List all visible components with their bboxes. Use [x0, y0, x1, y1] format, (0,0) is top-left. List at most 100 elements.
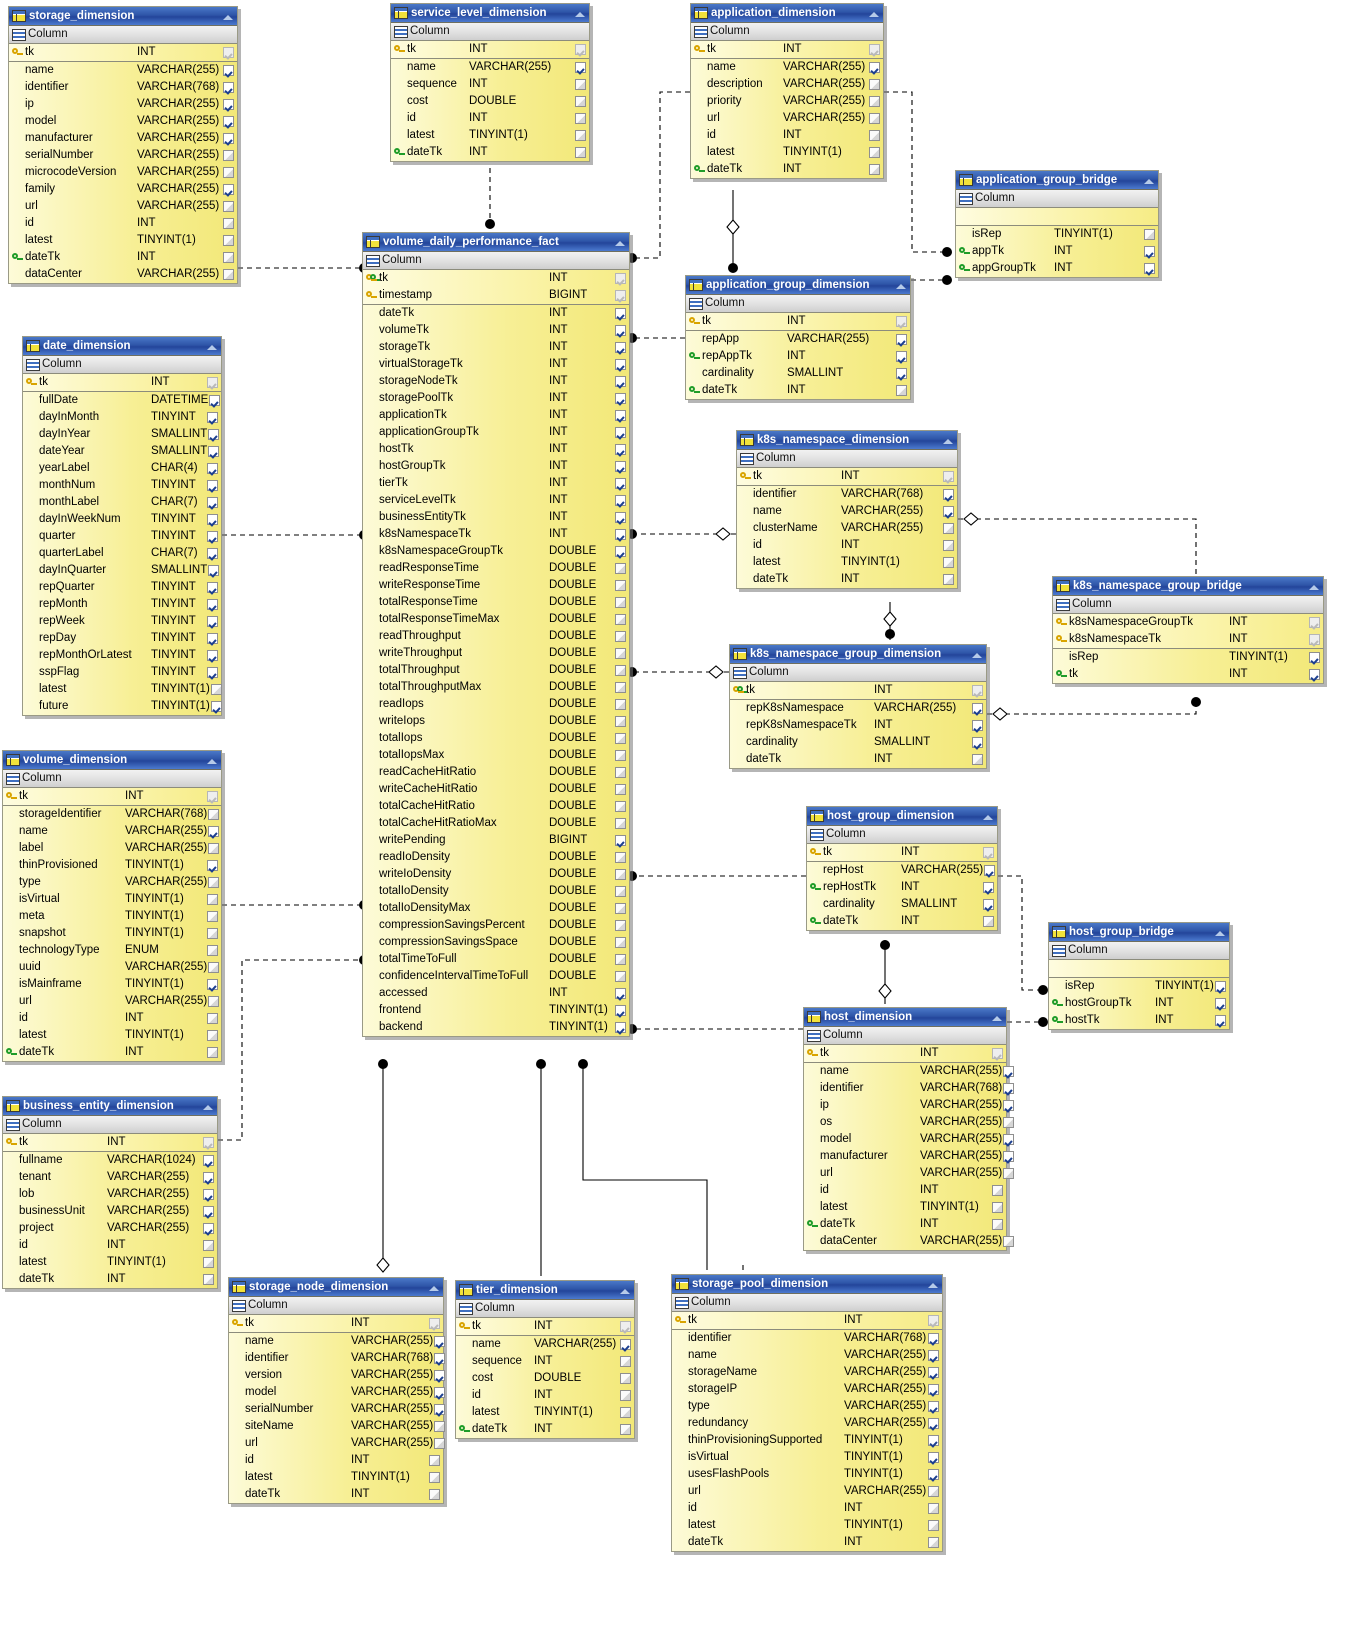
column-include-checkbox[interactable]	[614, 1005, 627, 1016]
column-row[interactable]: compressionSavingsSpace DOUBLE	[363, 934, 629, 951]
column-include-checkbox[interactable]	[222, 150, 235, 161]
column-row[interactable]: dateYear SMALLINT	[23, 443, 221, 460]
column-include-checkbox[interactable]	[971, 720, 984, 731]
column-include-checkbox[interactable]	[614, 393, 627, 404]
column-row[interactable]: totalIoDensityMax DOUBLE	[363, 900, 629, 917]
column-row[interactable]: hostTk INT	[1049, 1012, 1229, 1029]
primary-key-row[interactable]: tk INT	[737, 468, 957, 485]
column-include-checkbox[interactable]	[222, 99, 235, 110]
collapse-chevron-icon[interactable]	[619, 1284, 631, 1296]
column-include-checkbox[interactable]	[614, 580, 627, 591]
collapse-chevron-icon[interactable]	[574, 7, 586, 19]
column-include-checkbox[interactable]	[614, 852, 627, 863]
column-include-checkbox[interactable]	[942, 540, 955, 551]
column-include-checkbox[interactable]	[1002, 1083, 1015, 1094]
column-row[interactable]: sequence INT	[391, 76, 589, 93]
column-include-checkbox[interactable]	[1214, 981, 1227, 992]
column-row[interactable]: serialNumber VARCHAR(255)	[9, 147, 237, 164]
column-row[interactable]: serviceLevelTk INT	[363, 492, 629, 509]
column-include-checkbox[interactable]	[614, 767, 627, 778]
column-include-checkbox[interactable]	[206, 979, 219, 990]
column-include-checkbox[interactable]	[1002, 1134, 1015, 1145]
column-row[interactable]: type VARCHAR(255)	[672, 1398, 942, 1415]
column-include-checkbox[interactable]	[868, 62, 881, 73]
column-row[interactable]: readThroughput DOUBLE	[363, 628, 629, 645]
column-include-checkbox[interactable]	[942, 506, 955, 517]
column-row[interactable]: cardinality SMALLINT	[807, 896, 997, 913]
column-include-checkbox[interactable]	[206, 548, 219, 559]
column-include-checkbox[interactable]	[983, 865, 996, 876]
column-row[interactable]: version VARCHAR(255)	[229, 1367, 446, 1384]
column-row[interactable]: name VARCHAR(255)	[804, 1063, 1015, 1080]
column-row[interactable]: redundancy VARCHAR(255)	[672, 1415, 942, 1432]
column-include-checkbox[interactable]	[1214, 998, 1227, 1009]
column-include-checkbox[interactable]	[927, 1452, 940, 1463]
column-include-checkbox[interactable]	[210, 684, 223, 695]
column-row[interactable]: dateTk INT	[807, 913, 997, 930]
column-include-checkbox[interactable]	[206, 497, 219, 508]
column-include-checkbox[interactable]	[614, 529, 627, 540]
table-k8s_namespace_group_bridge[interactable]: k8s_namespace_group_bridge Column k8sNames…	[1052, 576, 1324, 684]
column-include-checkbox[interactable]	[868, 79, 881, 90]
column-row[interactable]: latest TINYINT(1)	[672, 1517, 942, 1534]
column-row[interactable]: totalIops DOUBLE	[363, 730, 629, 747]
table-title-bar[interactable]: storage_pool_dimension	[672, 1275, 942, 1294]
column-row[interactable]: writeIoDensity DOUBLE	[363, 866, 629, 883]
table-service_level_dimension[interactable]: service_level_dimension Column tk INT name VA…	[390, 3, 590, 162]
column-include-checkbox[interactable]	[614, 427, 627, 438]
column-include-checkbox[interactable]	[1308, 669, 1321, 680]
primary-key-row[interactable]: tk INT	[672, 1312, 942, 1329]
column-include-checkbox[interactable]	[614, 563, 627, 574]
primary-key-row[interactable]: k8sNamespaceTk INT	[1053, 631, 1323, 648]
table-host_group_dimension[interactable]: host_group_dimension Column tk INT repHost VA…	[806, 806, 998, 931]
column-row[interactable]: family VARCHAR(255)	[9, 181, 237, 198]
column-row[interactable]: tenant VARCHAR(255)	[3, 1169, 217, 1186]
column-include-checkbox[interactable]	[614, 1022, 627, 1033]
column-row[interactable]: name VARCHAR(255)	[229, 1333, 446, 1350]
collapse-chevron-icon[interactable]	[1308, 580, 1320, 592]
primary-key-row[interactable]: tk INT	[730, 682, 986, 699]
column-include-checkbox[interactable]	[614, 886, 627, 897]
column-include-checkbox[interactable]	[619, 1321, 632, 1332]
column-include-checkbox[interactable]	[202, 1206, 215, 1217]
column-row[interactable]: latest TINYINT(1)	[456, 1404, 634, 1421]
column-include-checkbox[interactable]	[222, 269, 235, 280]
column-include-checkbox[interactable]	[222, 235, 235, 246]
column-row[interactable]: snapshot TINYINT(1)	[3, 925, 221, 942]
column-include-checkbox[interactable]	[927, 1367, 940, 1378]
table-title-bar[interactable]: storage_dimension	[9, 7, 237, 26]
column-include-checkbox[interactable]	[574, 113, 587, 124]
column-row[interactable]: id INT	[737, 537, 957, 554]
column-row[interactable]: hostTk INT	[363, 441, 629, 458]
table-k8s_namespace_group_dimension[interactable]: k8s_namespace_group_dimension Column tk INT…	[729, 644, 987, 769]
column-include-checkbox[interactable]	[895, 385, 908, 396]
column-row[interactable]: repQuarter TINYINT	[23, 579, 221, 596]
column-include-checkbox[interactable]	[619, 1356, 632, 1367]
column-include-checkbox[interactable]	[1143, 263, 1156, 274]
column-include-checkbox[interactable]	[619, 1339, 632, 1350]
column-row[interactable]: identifier VARCHAR(768)	[737, 486, 957, 503]
column-include-checkbox[interactable]	[614, 784, 627, 795]
column-row[interactable]: k8sNamespaceTk INT	[363, 526, 629, 543]
column-row[interactable]: microcodeVersion VARCHAR(255)	[9, 164, 237, 181]
collapse-chevron-icon[interactable]	[895, 279, 907, 291]
column-include-checkbox[interactable]	[927, 1401, 940, 1412]
column-row[interactable]: dateTk INT	[737, 571, 957, 588]
column-row[interactable]: appTk INT	[956, 243, 1158, 260]
column-include-checkbox[interactable]	[868, 96, 881, 107]
table-storage_node_dimension[interactable]: storage_node_dimension Column tk INT name VAR…	[228, 1277, 446, 1504]
column-include-checkbox[interactable]	[971, 703, 984, 714]
column-row[interactable]: totalCacheHitRatioMax DOUBLE	[363, 815, 629, 832]
column-row[interactable]: url VARCHAR(255)	[3, 993, 221, 1010]
column-include-checkbox[interactable]	[614, 648, 627, 659]
column-row[interactable]: totalResponseTime DOUBLE	[363, 594, 629, 611]
column-include-checkbox[interactable]	[927, 1537, 940, 1548]
column-include-checkbox[interactable]	[895, 316, 908, 327]
column-include-checkbox[interactable]	[614, 818, 627, 829]
column-row[interactable]: latest TINYINT(1)	[3, 1254, 217, 1271]
column-include-checkbox[interactable]	[614, 835, 627, 846]
column-row[interactable]: confidenceIntervalTimeToFull DOUBLE	[363, 968, 629, 985]
column-include-checkbox[interactable]	[207, 962, 220, 973]
column-row[interactable]: totalTimeToFull DOUBLE	[363, 951, 629, 968]
column-row[interactable]: manufacturer VARCHAR(255)	[804, 1148, 1015, 1165]
